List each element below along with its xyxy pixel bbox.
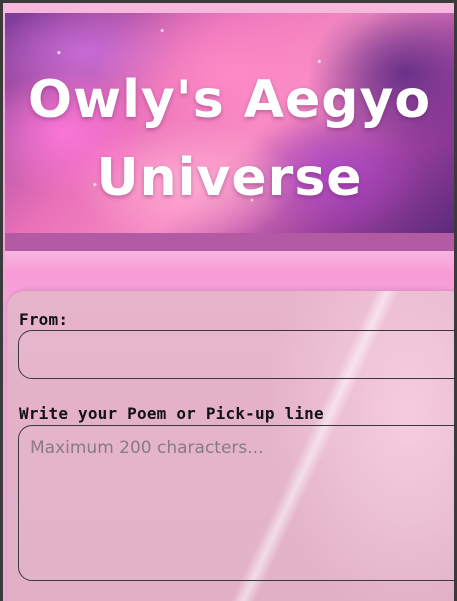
poem-form-card: From: Write your Poem or Pick-up line Ma… bbox=[7, 291, 454, 601]
from-label: From: bbox=[19, 310, 69, 329]
pink-glow-band bbox=[5, 251, 454, 293]
page-viewport: Owly's Aegyo Universe From: Write your P… bbox=[3, 3, 454, 601]
poem-textarea[interactable]: Maximum 200 characters... bbox=[18, 425, 454, 581]
galaxy-banner-image: Owly's Aegyo Universe bbox=[5, 13, 454, 233]
banner-title: Owly's Aegyo Universe bbox=[5, 61, 454, 217]
poem-textarea-placeholder: Maximum 200 characters... bbox=[30, 438, 264, 458]
banner-title-line1: Owly's Aegyo bbox=[27, 70, 432, 130]
banner-bottom-strip bbox=[5, 233, 454, 251]
poem-label: Write your Poem or Pick-up line bbox=[19, 404, 324, 423]
from-input[interactable] bbox=[18, 330, 454, 379]
banner-title-line2: Universe bbox=[96, 148, 363, 208]
